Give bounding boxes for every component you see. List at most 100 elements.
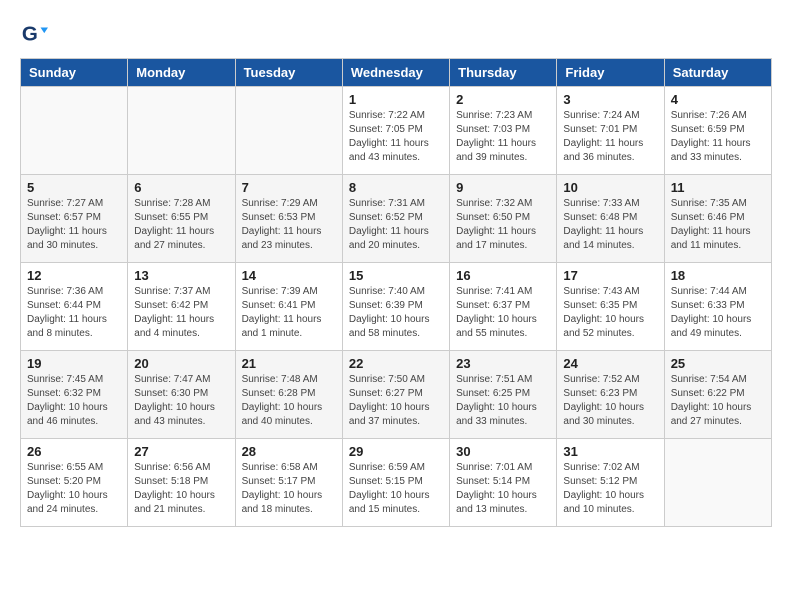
day-info: Sunrise: 7:54 AM Sunset: 6:22 PM Dayligh… xyxy=(671,373,765,429)
day-info: Sunrise: 7:52 AM Sunset: 6:23 PM Dayligh… xyxy=(563,373,657,429)
calendar-cell: 29 Sunrise: 6:59 AM Sunset: 5:15 PM Dayli… xyxy=(342,439,449,527)
logo-icon: G xyxy=(20,20,48,48)
day-header-saturday: Saturday xyxy=(664,59,771,87)
day-info: Sunrise: 7:51 AM Sunset: 6:25 PM Dayligh… xyxy=(456,373,550,429)
calendar-week-4: 19 Sunrise: 7:45 AM Sunset: 6:32 PM Dayli… xyxy=(21,351,772,439)
day-info: Sunrise: 7:45 AM Sunset: 6:32 PM Dayligh… xyxy=(27,373,121,429)
day-info: Sunrise: 7:36 AM Sunset: 6:44 PM Dayligh… xyxy=(27,285,121,341)
day-number: 29 xyxy=(349,444,443,459)
day-header-sunday: Sunday xyxy=(21,59,128,87)
day-number: 25 xyxy=(671,356,765,371)
calendar-cell: 22 Sunrise: 7:50 AM Sunset: 6:27 PM Dayli… xyxy=(342,351,449,439)
day-header-tuesday: Tuesday xyxy=(235,59,342,87)
day-info: Sunrise: 7:48 AM Sunset: 6:28 PM Dayligh… xyxy=(242,373,336,429)
day-number: 1 xyxy=(349,92,443,107)
day-info: Sunrise: 7:24 AM Sunset: 7:01 PM Dayligh… xyxy=(563,109,657,165)
day-number: 13 xyxy=(134,268,228,283)
day-number: 5 xyxy=(27,180,121,195)
day-number: 21 xyxy=(242,356,336,371)
calendar-cell: 27 Sunrise: 6:56 AM Sunset: 5:18 PM Dayli… xyxy=(128,439,235,527)
calendar-cell xyxy=(664,439,771,527)
day-info: Sunrise: 6:58 AM Sunset: 5:17 PM Dayligh… xyxy=(242,461,336,517)
day-number: 2 xyxy=(456,92,550,107)
svg-text:G: G xyxy=(22,23,38,46)
calendar-week-1: 1 Sunrise: 7:22 AM Sunset: 7:05 PM Daylig… xyxy=(21,87,772,175)
calendar-cell: 17Sunrise: 7:43 AM Sunset: 6:35 PM Dayli… xyxy=(557,263,664,351)
day-number: 24 xyxy=(563,356,657,371)
calendar-cell: 2 Sunrise: 7:23 AM Sunset: 7:03 PM Daylig… xyxy=(450,87,557,175)
day-info: Sunrise: 7:41 AM Sunset: 6:37 PM Dayligh… xyxy=(456,285,550,341)
day-number: 10 xyxy=(563,180,657,195)
calendar-cell: 30 Sunrise: 7:01 AM Sunset: 5:14 PM Dayli… xyxy=(450,439,557,527)
day-header-wednesday: Wednesday xyxy=(342,59,449,87)
calendar-cell: 28 Sunrise: 6:58 AM Sunset: 5:17 PM Dayli… xyxy=(235,439,342,527)
day-number: 23 xyxy=(456,356,550,371)
calendar-cell: 7 Sunrise: 7:29 AM Sunset: 6:53 PM Daylig… xyxy=(235,175,342,263)
calendar-cell xyxy=(21,87,128,175)
calendar-cell xyxy=(128,87,235,175)
calendar-cell: 8 Sunrise: 7:31 AM Sunset: 6:52 PM Daylig… xyxy=(342,175,449,263)
day-info: Sunrise: 7:28 AM Sunset: 6:55 PM Dayligh… xyxy=(134,197,228,253)
day-number: 19 xyxy=(27,356,121,371)
calendar-week-3: 12 Sunrise: 7:36 AM Sunset: 6:44 PM Dayli… xyxy=(21,263,772,351)
day-info: Sunrise: 7:22 AM Sunset: 7:05 PM Dayligh… xyxy=(349,109,443,165)
day-number: 12 xyxy=(27,268,121,283)
day-info: Sunrise: 7:33 AM Sunset: 6:48 PM Dayligh… xyxy=(563,197,657,253)
calendar-cell xyxy=(235,87,342,175)
day-number: 20 xyxy=(134,356,228,371)
calendar-cell: 31 Sunrise: 7:02 AM Sunset: 5:12 PM Dayli… xyxy=(557,439,664,527)
day-info: Sunrise: 7:32 AM Sunset: 6:50 PM Dayligh… xyxy=(456,197,550,253)
day-header-monday: Monday xyxy=(128,59,235,87)
day-info: Sunrise: 7:27 AM Sunset: 6:57 PM Dayligh… xyxy=(27,197,121,253)
day-info: Sunrise: 7:35 AM Sunset: 6:46 PM Dayligh… xyxy=(671,197,765,253)
day-info: Sunrise: 7:43 AM Sunset: 6:35 PM Dayligh… xyxy=(563,285,657,341)
day-info: Sunrise: 6:55 AM Sunset: 5:20 PM Dayligh… xyxy=(27,461,121,517)
day-number: 8 xyxy=(349,180,443,195)
day-number: 30 xyxy=(456,444,550,459)
calendar-cell: 19 Sunrise: 7:45 AM Sunset: 6:32 PM Dayli… xyxy=(21,351,128,439)
calendar-cell: 23 Sunrise: 7:51 AM Sunset: 6:25 PM Dayli… xyxy=(450,351,557,439)
calendar-cell: 11 Sunrise: 7:35 AM Sunset: 6:46 PM Dayli… xyxy=(664,175,771,263)
day-number: 9 xyxy=(456,180,550,195)
day-info: Sunrise: 7:39 AM Sunset: 6:41 PM Dayligh… xyxy=(242,285,336,341)
calendar-cell: 9 Sunrise: 7:32 AM Sunset: 6:50 PM Daylig… xyxy=(450,175,557,263)
day-number: 7 xyxy=(242,180,336,195)
day-info: Sunrise: 6:56 AM Sunset: 5:18 PM Dayligh… xyxy=(134,461,228,517)
calendar-cell: 12 Sunrise: 7:36 AM Sunset: 6:44 PM Dayli… xyxy=(21,263,128,351)
calendar-cell: 25 Sunrise: 7:54 AM Sunset: 6:22 PM Dayli… xyxy=(664,351,771,439)
day-number: 15 xyxy=(349,268,443,283)
calendar-cell: 16 Sunrise: 7:41 AM Sunset: 6:37 PM Dayli… xyxy=(450,263,557,351)
page-header: G xyxy=(20,20,772,48)
calendar-cell: 15Sunrise: 7:40 AM Sunset: 6:39 PM Dayli… xyxy=(342,263,449,351)
day-number: 11 xyxy=(671,180,765,195)
day-info: Sunrise: 7:02 AM Sunset: 5:12 PM Dayligh… xyxy=(563,461,657,517)
calendar-cell: 4 Sunrise: 7:26 AM Sunset: 6:59 PM Daylig… xyxy=(664,87,771,175)
day-number: 6 xyxy=(134,180,228,195)
day-info: Sunrise: 7:23 AM Sunset: 7:03 PM Dayligh… xyxy=(456,109,550,165)
day-info: Sunrise: 7:01 AM Sunset: 5:14 PM Dayligh… xyxy=(456,461,550,517)
day-info: Sunrise: 7:47 AM Sunset: 6:30 PM Dayligh… xyxy=(134,373,228,429)
day-number: 18 xyxy=(671,268,765,283)
calendar-cell: 24 Sunrise: 7:52 AM Sunset: 6:23 PM Dayli… xyxy=(557,351,664,439)
day-info: Sunrise: 7:44 AM Sunset: 6:33 PM Dayligh… xyxy=(671,285,765,341)
day-number: 16 xyxy=(456,268,550,283)
day-number: 28 xyxy=(242,444,336,459)
calendar-cell: 14Sunrise: 7:39 AM Sunset: 6:41 PM Dayli… xyxy=(235,263,342,351)
calendar-cell: 6 Sunrise: 7:28 AM Sunset: 6:55 PM Daylig… xyxy=(128,175,235,263)
calendar-cell: 13Sunrise: 7:37 AM Sunset: 6:42 PM Dayli… xyxy=(128,263,235,351)
day-number: 27 xyxy=(134,444,228,459)
day-info: Sunrise: 7:50 AM Sunset: 6:27 PM Dayligh… xyxy=(349,373,443,429)
day-info: Sunrise: 7:31 AM Sunset: 6:52 PM Dayligh… xyxy=(349,197,443,253)
day-number: 22 xyxy=(349,356,443,371)
day-number: 4 xyxy=(671,92,765,107)
day-info: Sunrise: 7:29 AM Sunset: 6:53 PM Dayligh… xyxy=(242,197,336,253)
day-header-thursday: Thursday xyxy=(450,59,557,87)
calendar-table: SundayMondayTuesdayWednesdayThursdayFrid… xyxy=(20,58,772,527)
day-info: Sunrise: 6:59 AM Sunset: 5:15 PM Dayligh… xyxy=(349,461,443,517)
calendar-cell: 18 Sunrise: 7:44 AM Sunset: 6:33 PM Dayli… xyxy=(664,263,771,351)
day-info: Sunrise: 7:26 AM Sunset: 6:59 PM Dayligh… xyxy=(671,109,765,165)
calendar-week-5: 26Sunrise: 6:55 AM Sunset: 5:20 PM Dayli… xyxy=(21,439,772,527)
calendar-cell: 5 Sunrise: 7:27 AM Sunset: 6:57 PM Daylig… xyxy=(21,175,128,263)
day-number: 31 xyxy=(563,444,657,459)
day-header-friday: Friday xyxy=(557,59,664,87)
